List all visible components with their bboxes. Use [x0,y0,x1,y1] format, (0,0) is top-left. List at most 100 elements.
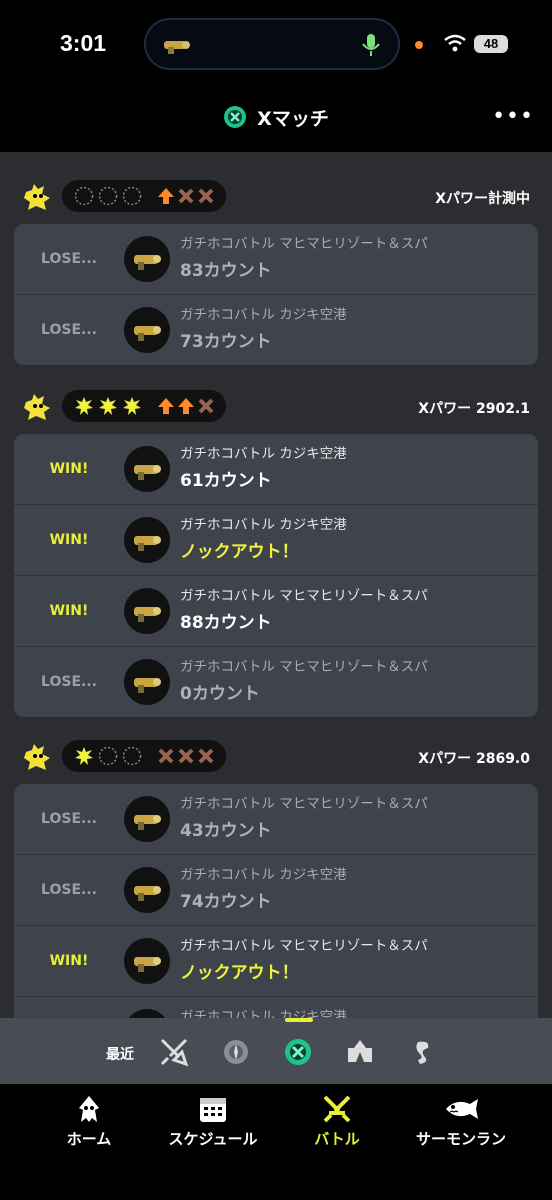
match-row[interactable]: LOSE... ガチホコバトル マヒマヒリゾート＆スパ 0カウント [14,647,538,717]
battle-all-icon[interactable] [158,1036,190,1072]
result-label: LOSE... [41,674,97,690]
match-row[interactable]: WIN! ガチホコバトル マヒマヒリゾート＆スパ ノックアウト！ [14,926,538,997]
tab-label: サーモンラン [415,1130,506,1148]
battle-mode-stage: ガチホコバトル マヒマヒリゾート＆スパ [180,659,428,675]
match-history-list[interactable]: Xパワー計測中 LOSE... ガチホコバトル マヒマヒリゾート＆スパ 83カウ… [0,152,552,1018]
empty-win-slot [122,746,142,766]
up-arrow-icon [158,188,174,204]
battle-mode-stage: ガチホコバトル マヒマヒリゾート＆スパ [180,938,428,954]
cross-icon [198,188,214,204]
bankara-icon[interactable] [220,1036,252,1072]
page-title-text: Xマッチ [257,108,329,130]
x-power-label: Xパワー 2869.0 [418,751,530,767]
win-progress-pill [62,390,226,422]
weapon-icon [124,236,170,282]
weapon-icon [124,796,170,842]
empty-win-slot [98,746,118,766]
battle-mode-stage: ガチホコバトル マヒマヒリゾート＆スパ [180,588,428,604]
match-row[interactable]: LOSE... ガチホコバトル マヒマヒリゾート＆スパ 43カウント [14,784,538,855]
match-score: 74カウント [180,892,272,912]
win-splat-icon [75,747,93,765]
result-label: WIN! [49,603,89,619]
up-arrow-icon [158,398,174,414]
win-splat-icon [123,397,141,415]
up-arrow-icon [178,398,194,414]
recent-filter-bar: 最近 [0,1018,552,1084]
result-label: LOSE... [41,811,97,827]
weapon-icon [124,1009,170,1018]
cross-icon [178,188,194,204]
weapon-icon [124,659,170,705]
match-row[interactable]: LOSE... ガチホコバトル カジキ空港 73カウント [14,295,538,365]
match-card: WIN! ガチホコバトル カジキ空港 61カウント WIN! ガチホコバトル カ… [14,434,538,717]
x-rank-squid-icon [20,740,54,778]
match-row[interactable]: LOSE... ガチホコバトル マヒマヒリゾート＆スパ 83カウント [14,224,538,295]
match-row[interactable]: WIN! ガチホコバトル カジキ空港 ノックアウト！ [14,505,538,576]
result-label [14,997,124,1018]
battle-mode-stage: ガチホコバトル マヒマヒリゾート＆スパ [180,796,428,812]
battery-indicator: 48 [474,35,508,53]
x-power-label: Xパワー計測中 [435,191,530,207]
battle-mode-stage: ガチホコバトル カジキ空港 [180,307,347,323]
cross-icon [158,748,174,764]
win-progress-pill [62,740,226,772]
match-score: 0カウント [180,684,260,704]
battle-mode-stage: ガチホコバトル マヒマヒリゾート＆スパ [180,236,428,252]
weapon-icon [124,588,170,634]
salmon-icon [446,1099,478,1119]
result-label: LOSE... [41,322,97,338]
tab-label: スケジュール [168,1130,258,1148]
weapon-icon [162,34,192,60]
tab-salmon-run[interactable]: サーモンラン [392,1094,530,1149]
result-label: WIN! [49,953,89,969]
more-options-button[interactable]: ••• [492,104,534,129]
win-progress-pill [62,180,226,212]
dynamic-island[interactable] [144,18,400,70]
page-header: Xマッチ ••• [0,90,552,152]
selected-indicator [285,1018,313,1022]
x-power-label: Xパワー 2902.1 [418,401,530,417]
match-row[interactable]: LOSE... ガチホコバトル カジキ空港 74カウント [14,855,538,926]
private-icon[interactable] [344,1036,376,1072]
calendar-icon [200,1098,226,1122]
battle-mode-stage: ガチホコバトル カジキ空港 [180,1009,347,1018]
win-splat-icon [99,397,117,415]
cross-icon [198,398,214,414]
x-rank-squid-icon [20,390,54,428]
battle-icon [323,1095,351,1123]
privacy-indicator [415,41,423,49]
tab-schedule[interactable]: スケジュール [144,1094,282,1149]
series-header: Xパワー 2869.0 [0,738,552,778]
tab-battle[interactable]: バトル [268,1094,406,1149]
match-score: 43カウント [180,821,272,841]
recent-label: 最近 [106,1047,134,1063]
result-label: WIN! [49,532,89,548]
tab-home[interactable]: ホーム [20,1094,158,1149]
match-row[interactable]: WIN! ガチホコバトル カジキ空港 61カウント [14,434,538,505]
match-score: 61カウント [180,471,272,491]
match-score: 73カウント [180,332,272,352]
weapon-icon [124,867,170,913]
result-label: LOSE... [41,882,97,898]
match-row[interactable]: WIN! ガチホコバトル マヒマヒリゾート＆スパ 88カウント [14,576,538,647]
cross-icon [178,748,194,764]
x-match-icon[interactable] [282,1036,314,1072]
salmon-run-icon[interactable] [406,1036,438,1072]
match-score: 83カウント [180,261,272,281]
microphone-icon [360,32,382,62]
x-match-icon [223,105,247,134]
weapon-icon [124,446,170,492]
squid-icon [79,1096,99,1122]
knockout-label: ノックアウト！ [180,542,299,562]
battle-mode-stage: ガチホコバトル カジキ空港 [180,517,347,533]
match-card: LOSE... ガチホコバトル マヒマヒリゾート＆スパ 83カウント LOSE.… [14,224,538,365]
knockout-label: ノックアウト！ [180,963,299,983]
match-score: 88カウント [180,613,272,633]
result-label: LOSE... [41,251,97,267]
result-label: WIN! [49,461,89,477]
win-splat-icon [75,397,93,415]
tab-label: バトル [314,1130,360,1148]
match-row[interactable]: ガチホコバトル カジキ空港 [14,997,538,1018]
series-header: Xパワー計測中 [0,178,552,218]
cross-icon [198,748,214,764]
